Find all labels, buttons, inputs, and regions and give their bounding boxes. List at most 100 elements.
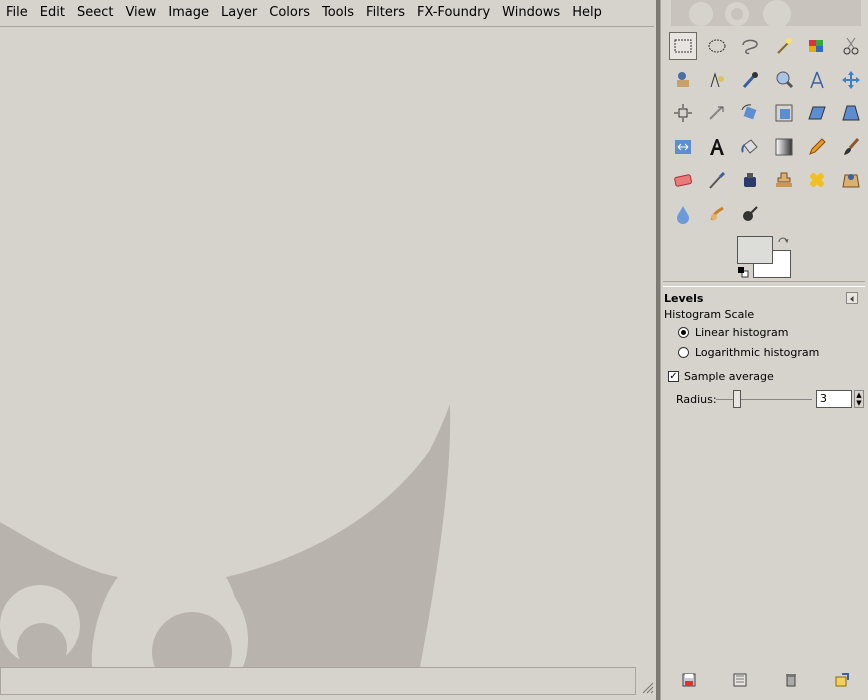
save-preset-icon	[682, 673, 695, 687]
tool-bucket-fill[interactable]	[736, 133, 764, 161]
image-window: File Edit Seect View Image Layer Colors …	[0, 0, 656, 700]
tab-menu-arrow-icon	[850, 296, 854, 302]
tool-perspective-clone[interactable]	[837, 166, 865, 194]
delete-preset-button[interactable]	[782, 671, 800, 689]
toolbox-wilber-icon	[671, 0, 861, 28]
tool-paintbrush[interactable]	[837, 133, 865, 161]
tool-pencil[interactable]	[803, 133, 831, 161]
tool-foreground-select[interactable]	[669, 66, 697, 94]
linear-histogram-option[interactable]: Linear histogram	[678, 326, 788, 339]
menubar: File Edit Seect View Image Layer Colors …	[0, 0, 654, 27]
eraser-icon	[674, 174, 692, 188]
tool-blend[interactable]	[770, 133, 798, 161]
swap-colors-icon[interactable]	[777, 236, 789, 248]
pencil-icon	[809, 138, 827, 155]
rect-select-icon	[674, 39, 692, 53]
restore-preset-button[interactable]	[731, 671, 749, 689]
scale-icon	[775, 104, 793, 122]
menu-edit[interactable]: Edit	[34, 0, 71, 26]
tool-smudge[interactable]	[703, 200, 731, 228]
bucket-fill-icon	[741, 139, 758, 154]
tool-crop[interactable]	[703, 99, 731, 127]
paintbrush-icon	[843, 137, 860, 155]
tool-color-select[interactable]	[803, 32, 831, 60]
radius-spinbutton[interactable]: 3	[816, 390, 852, 408]
zoom-icon	[776, 71, 793, 88]
tool-grid	[667, 30, 865, 232]
free-select-icon	[742, 39, 758, 55]
tool-blur[interactable]	[669, 200, 697, 228]
tool-airbrush[interactable]	[703, 166, 731, 194]
radius-spin-arrows[interactable]: ▲ ▼	[854, 390, 864, 408]
tool-paths[interactable]	[703, 66, 731, 94]
tool-rect-select[interactable]	[669, 32, 697, 60]
menu-tools[interactable]: Tools	[316, 0, 360, 26]
tool-scissors[interactable]	[837, 32, 865, 60]
shear-icon	[808, 106, 827, 120]
dodge-burn-icon	[743, 206, 758, 221]
perspective-icon	[842, 105, 860, 121]
sample-average-option[interactable]: ✓ Sample average	[668, 370, 774, 383]
tool-ink[interactable]	[736, 166, 764, 194]
reset-button[interactable]	[833, 671, 851, 689]
ink-icon	[744, 173, 757, 188]
foreground-color-swatch[interactable]	[737, 236, 773, 264]
perspective-clone-icon	[842, 174, 860, 188]
menu-file[interactable]: File	[0, 0, 34, 26]
tool-measure[interactable]	[803, 66, 831, 94]
tool-free-select[interactable]	[736, 32, 764, 60]
menu-image[interactable]: Image	[162, 0, 215, 26]
tool-ellipse-select[interactable]	[703, 32, 731, 60]
tool-options-title: Levels	[664, 292, 704, 305]
dock-separator[interactable]	[663, 281, 865, 287]
menu-windows[interactable]: Windows	[496, 0, 566, 26]
color-select-icon	[809, 40, 824, 52]
tool-color-picker[interactable]	[736, 66, 764, 94]
menu-layer[interactable]: Layer	[215, 0, 263, 26]
default-colors-icon[interactable]	[737, 266, 749, 278]
sample-average-label: Sample average	[684, 370, 774, 383]
airbrush-icon	[708, 172, 725, 190]
tool-move[interactable]	[837, 66, 865, 94]
menu-select[interactable]: Seect	[71, 0, 120, 26]
tool-clone[interactable]	[770, 166, 798, 194]
menu-colors[interactable]: Colors	[263, 0, 316, 26]
tool-dodge-burn[interactable]	[736, 200, 764, 228]
linear-histogram-radio[interactable]	[678, 327, 689, 338]
radius-slider-track[interactable]	[716, 399, 812, 400]
save-preset-button[interactable]	[680, 671, 698, 689]
tool-eraser[interactable]	[669, 166, 697, 194]
tool-text[interactable]	[703, 133, 731, 161]
delete-preset-icon	[785, 674, 796, 687]
tool-shear[interactable]	[803, 99, 831, 127]
tool-align[interactable]	[669, 99, 697, 127]
tool-rotate[interactable]	[736, 99, 764, 127]
rotate-icon	[741, 104, 757, 120]
ellipse-select-icon	[708, 39, 726, 53]
tool-perspective[interactable]	[837, 99, 865, 127]
move-icon	[841, 70, 860, 89]
histogram-scale-label: Histogram Scale	[664, 308, 755, 321]
menu-filters[interactable]: Filters	[360, 0, 411, 26]
menu-fx-foundry[interactable]: FX-Foundry	[411, 0, 496, 26]
menu-help[interactable]: Help	[566, 0, 608, 26]
logarithmic-histogram-radio[interactable]	[678, 347, 689, 358]
heal-icon	[810, 173, 825, 188]
restore-preset-icon	[733, 673, 746, 687]
tool-fuzzy-select[interactable]	[770, 32, 798, 60]
resize-grip-icon[interactable]	[640, 680, 654, 694]
tool-zoom[interactable]	[770, 66, 798, 94]
statusbar	[0, 667, 636, 695]
logarithmic-histogram-option[interactable]: Logarithmic histogram	[678, 346, 819, 359]
tool-flip[interactable]	[669, 133, 697, 161]
fuzzy-select-icon	[777, 38, 792, 54]
radius-slider-thumb[interactable]	[733, 390, 742, 408]
tool-scale[interactable]	[770, 99, 798, 127]
scissors-icon	[843, 37, 859, 55]
sample-average-checkbox[interactable]: ✓	[668, 371, 679, 382]
clone-icon	[775, 172, 792, 188]
blend-icon	[775, 138, 793, 156]
menu-view[interactable]: View	[119, 0, 162, 26]
tool-heal[interactable]	[803, 166, 831, 194]
tab-menu-button[interactable]	[846, 292, 858, 304]
